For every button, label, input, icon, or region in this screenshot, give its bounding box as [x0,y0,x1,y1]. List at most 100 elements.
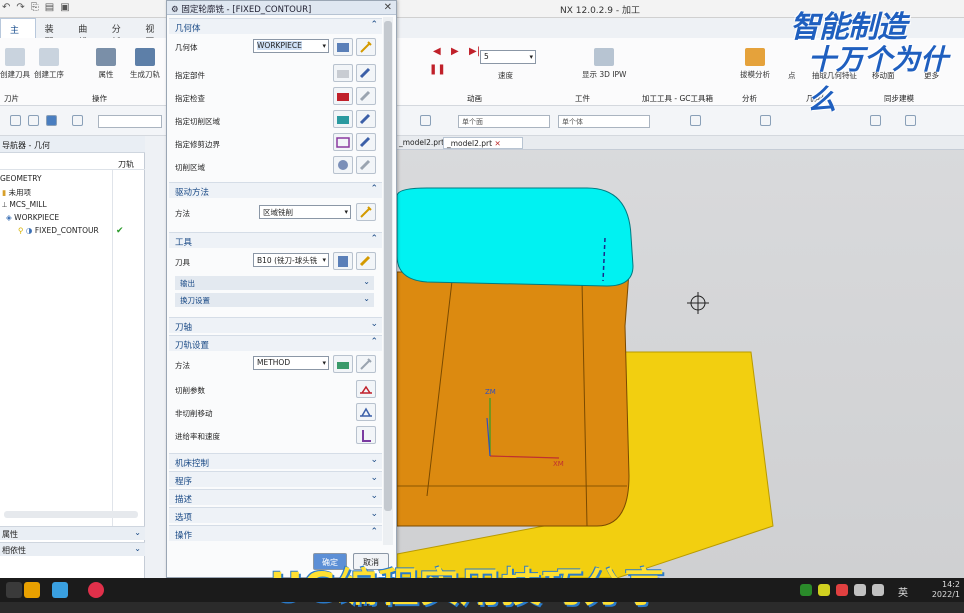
end-icon[interactable]: ▶| [469,46,480,57]
chevron-up-icon: ⌃ [370,234,378,244]
close-icon[interactable]: ✕ [384,2,392,13]
graphics-window[interactable]: ZM XM [397,136,964,578]
tree-item-mcs-mill[interactable]: ⟂ MCS_MILL [0,200,145,213]
toolpath-method-select[interactable]: METHOD ▾ [253,356,329,370]
tray-app-icon[interactable] [800,584,812,596]
target-icon[interactable] [760,115,771,126]
section-machine-control[interactable]: 机床控制 ⌄ [169,453,382,469]
section-options[interactable]: 选项 ⌄ [169,507,382,523]
recorder-icon[interactable] [88,582,104,598]
tab-curve[interactable]: 曲线 [69,18,103,48]
tray-app-icon[interactable] [836,584,848,596]
specify-part-label: 指定部件 [175,71,205,80]
section-drive-method[interactable]: 驱动方法 ⌃ [169,182,382,198]
chevron-down-icon: ⌄ [363,294,370,303]
display-trim-button[interactable] [356,133,376,151]
tab-home[interactable]: 主页 [0,18,36,49]
quick-access-toolbar[interactable]: ↶ ↷ ⎘ ▤ ▣ [2,2,70,13]
specify-cut-area-button[interactable] [333,110,353,128]
column-toolpath[interactable]: 刀轨 [118,159,134,170]
panel-dependencies[interactable]: 相依性 ⌄ [0,542,145,556]
geometry-icon [337,43,349,52]
new-method-button[interactable] [333,355,353,373]
edit-geometry-button[interactable] [356,38,376,56]
tab-analysis[interactable]: 分析 [103,18,137,48]
output-subsection[interactable]: 输出 ⌄ [175,276,374,290]
nx-app-icon[interactable] [52,582,68,598]
specify-check-button[interactable] [333,87,353,105]
volume-icon[interactable] [872,584,884,596]
paste-icon[interactable]: ▤ [45,2,54,13]
cut-region-button[interactable] [333,156,353,174]
cut-params-button[interactable] [356,380,376,398]
pause-icon[interactable]: ❚❚ [429,64,446,75]
specify-trim-button[interactable] [333,133,353,151]
tool-select[interactable]: B10 (铣刀-球头铣 ▾ [253,253,329,267]
tree-item-fixed-contour[interactable]: ⚲ ◑ FIXED_CONTOUR ✔ [0,226,145,239]
point-button[interactable]: 点 [788,70,796,81]
tab-model-2[interactable]: _model2.prt ✕ [443,137,523,149]
show-3d-ipw-button[interactable]: 显示 3D IPW [582,48,626,80]
new-tool-button[interactable] [333,252,353,270]
feeds-speeds-button[interactable] [356,426,376,444]
specify-part-button[interactable] [333,64,353,82]
play-back-icon[interactable]: ◀ [433,46,441,57]
undo-icon[interactable]: ↶ [2,2,10,13]
store-icon[interactable] [24,582,40,598]
section-program[interactable]: 程序 ⌄ [169,471,382,487]
display-part-button[interactable] [356,64,376,82]
network-icon[interactable] [854,584,866,596]
tab-model-1[interactable]: _model2.prt [399,138,444,147]
type-filter-dropdown[interactable] [98,115,162,128]
section-description[interactable]: 描述 ⌄ [169,489,382,505]
snap-icon[interactable] [28,115,39,126]
step-icon[interactable]: ▶ [451,46,459,57]
input-language[interactable]: 英 [898,584,908,599]
clock[interactable]: 14:2 2022/1 [932,580,960,600]
generate-toolpath-button[interactable]: 生成刀轨 [130,48,160,80]
tree-item-workpiece[interactable]: ◈ WORKPIECE [0,213,145,226]
edit-method-button[interactable] [356,355,376,373]
point-snap-icon[interactable] [690,115,701,126]
section-geometry[interactable]: 几何体 ⌃ [169,18,382,34]
create-operation-button[interactable]: 创建工序 [34,48,64,80]
tree-item-geometry[interactable]: GEOMETRY [0,174,145,187]
window-icon[interactable]: ▣ [60,2,69,13]
face-select-icon[interactable] [420,115,431,126]
section-toolpath-settings[interactable]: 刀轨设置 ⌃ [169,335,382,351]
close-icon[interactable]: ✕ [494,139,500,148]
select-icon[interactable] [10,115,21,126]
section-actions[interactable]: 操作 ⌃ [169,525,382,541]
display-cut-area-button[interactable] [356,110,376,128]
create-tool-button[interactable]: 创建刀具 [0,48,30,80]
tool-change-subsection[interactable]: 换刀设置 ⌄ [175,293,374,307]
new-geometry-button[interactable] [333,38,353,56]
draft-analysis-button[interactable]: 拔模分析 [740,48,770,80]
speed-select[interactable]: 5 ▾ [480,50,536,64]
redo-icon[interactable]: ↷ [16,2,24,13]
navigator-hscrollbar[interactable] [4,511,138,518]
animation-controls[interactable]: ◀ ▶ ▶| ❚❚ [425,46,485,82]
tab-assembly[interactable]: 装配 [36,18,70,48]
section-tool-axis[interactable]: 刀轴 ⌄ [169,317,382,333]
start-icon[interactable] [6,582,22,598]
non-cutting-button[interactable] [356,403,376,421]
tree-item-unused[interactable]: ▮ 未用项 [0,187,145,200]
edit-tool-button[interactable] [356,252,376,270]
tab-view[interactable]: 视图 [136,18,170,48]
copy-icon[interactable]: ⎘ [31,2,39,13]
face-rule-dropdown[interactable]: 单个面 [458,115,550,128]
dialog-scroll-thumb[interactable] [384,21,392,511]
view-icon[interactable] [72,115,83,126]
panel-properties[interactable]: 属性 ⌄ [0,526,145,540]
filter-icon[interactable] [46,115,57,126]
section-tool[interactable]: 工具 ⌃ [169,232,382,248]
geometry-select[interactable]: WORKPIECE ▾ [253,39,329,53]
body-rule-dropdown[interactable]: 单个体 [558,115,650,128]
drive-method-select[interactable]: 区域铣削 ▾ [259,205,351,219]
properties-button[interactable]: 属性 [96,48,116,80]
display-cut-region-button[interactable] [356,156,376,174]
tray-app-icon[interactable] [818,584,830,596]
edit-drive-button[interactable] [356,203,376,221]
display-check-button[interactable] [356,87,376,105]
